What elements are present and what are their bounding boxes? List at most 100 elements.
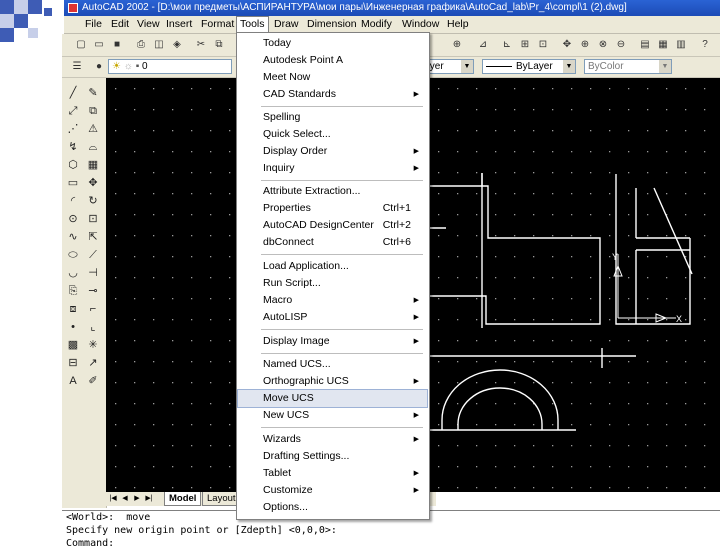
zoom-realtime-icon[interactable]: ⊕ [450,38,464,52]
distance-icon[interactable]: ⊿ [476,38,490,52]
menu-item-attribute-extraction[interactable]: Attribute Extraction... [238,183,427,200]
menu-item-today[interactable]: Today [238,35,427,52]
menu-modify[interactable]: Modify [358,16,395,33]
tool-palettes-icon[interactable]: ▥ [674,38,688,52]
menu-item-drafting-settings[interactable]: Drafting Settings... [238,448,427,465]
layer-manager-icon[interactable]: ☰ [70,60,84,74]
menu-item-properties[interactable]: Properties Ctrl+1 [238,200,427,217]
menu-item-options[interactable]: Options... [238,499,427,516]
offset-icon[interactable]: ⌓ [84,140,102,155]
region-icon[interactable]: ⊟ [64,356,82,371]
menu-item-new-ucs[interactable]: New UCS ▶ [238,407,427,424]
pan-icon[interactable]: ✥ [560,38,574,52]
menu-item-wizards[interactable]: Wizards ▶ [238,431,427,448]
menu-item-tablet[interactable]: Tablet ▶ [238,465,427,482]
menu-edit[interactable]: Edit [108,16,132,33]
menu-window[interactable]: Window [399,16,442,33]
polyline-icon[interactable]: ↯ [64,140,82,155]
menu-item-display-order[interactable]: Display Order ▶ [238,143,427,160]
publish-icon[interactable]: ◈ [170,38,184,52]
lengthen-icon[interactable]: ↗ [84,356,102,371]
menu-item-cad-standards[interactable]: CAD Standards ▶ [238,86,427,103]
fillet-icon[interactable]: ⌞ [84,320,102,335]
insert-block-icon[interactable]: ⎘ [64,284,82,299]
first-tab-icon[interactable]: |◀ [108,493,118,505]
lineweight-combo[interactable]: ByLayer ▼ [482,59,576,74]
point-icon[interactable]: • [64,320,82,335]
zoom-previous-icon[interactable]: ⊖ [614,38,628,52]
copy-icon[interactable]: ⧉ [212,38,226,52]
arc-icon[interactable]: ◜ [64,194,82,209]
extend-icon[interactable]: ⊣ [84,266,102,281]
move-icon[interactable]: ✥ [84,176,102,191]
linetype-combo[interactable]: ByLayer ▼ [428,59,474,74]
menu-help[interactable]: Help [444,16,472,33]
erase-icon[interactable]: ✎ [84,86,102,101]
menu-format[interactable]: Format [198,16,237,33]
menu-item-load-application[interactable]: Load Application... [238,258,427,275]
save-icon[interactable]: ■ [110,38,124,52]
menu-item-meet-now[interactable]: Meet Now [238,69,427,86]
chevron-down-icon[interactable]: ▼ [461,60,473,73]
rectangle-icon[interactable]: ▭ [64,176,82,191]
help-icon[interactable]: ? [698,38,712,52]
line-icon[interactable]: ╱ [64,86,82,101]
chamfer-icon[interactable]: ⌐ [84,302,102,317]
multiline-icon[interactable]: ⋰ [64,122,82,137]
menu-item-autolisp[interactable]: AutoLISP ▶ [238,309,427,326]
menu-draw[interactable]: Draw [271,16,302,33]
zoom-in-icon[interactable]: ⊕ [578,38,592,52]
trim-icon[interactable]: ⟋ [84,248,102,263]
menu-item-orthographic-ucs[interactable]: Orthographic UCS ▶ [238,373,427,390]
menu-view[interactable]: View [134,16,163,33]
menu-file[interactable]: File [82,16,105,33]
chevron-down-icon[interactable]: ▼ [563,60,575,73]
ellipse-icon[interactable]: ⬭ [64,248,82,263]
break-icon[interactable]: ⊸ [84,284,102,299]
array-icon[interactable]: ▦ [84,158,102,173]
ellipse-arc-icon[interactable]: ◡ [64,266,82,281]
ucs-previous-icon[interactable]: ⊞ [518,38,532,52]
menu-item-quick-select[interactable]: Quick Select... [238,126,427,143]
menu-item-designcenter[interactable]: AutoCAD DesignCenter Ctrl+2 [238,217,427,234]
rotate-icon[interactable]: ↻ [84,194,102,209]
menu-item-autodesk-point-a[interactable]: Autodesk Point A [238,52,427,69]
scale-icon[interactable]: ⊡ [84,212,102,227]
chevron-down-icon[interactable]: ▼ [659,60,671,73]
edit-icon[interactable]: ✐ [84,374,102,389]
stretch-icon[interactable]: ⇱ [84,230,102,245]
circle-icon[interactable]: ⊙ [64,212,82,227]
last-tab-icon[interactable]: ▶| [144,493,154,505]
menu-item-run-script[interactable]: Run Script... [238,275,427,292]
zoom-window-icon[interactable]: ⊗ [596,38,610,52]
menu-item-inquiry[interactable]: Inquiry ▶ [238,160,427,177]
color-combo[interactable]: ByColor ▼ [584,59,672,74]
menu-dimension[interactable]: Dimension [304,16,360,33]
prev-tab-icon[interactable]: ◀ [120,493,130,505]
menu-item-spelling[interactable]: Spelling [238,109,427,126]
new-file-icon[interactable]: ▢ [74,38,88,52]
explode-icon[interactable]: ✳ [84,338,102,353]
menu-item-customize[interactable]: Customize ▶ [238,482,427,499]
make-block-icon[interactable]: ⧈ [64,302,82,317]
menu-insert[interactable]: Insert [163,16,195,33]
hatch-icon[interactable]: ▩ [64,338,82,353]
construction-line-icon[interactable]: ⤢ [64,104,82,119]
spline-icon[interactable]: ∿ [64,230,82,245]
tab-layout[interactable]: Layout [202,492,241,506]
menu-item-dbconnect[interactable]: dbConnect Ctrl+6 [238,234,427,251]
ucs-icon[interactable]: ⊾ [500,38,514,52]
polygon-icon[interactable]: ⬡ [64,158,82,173]
menu-tools[interactable]: Tools [236,16,269,32]
properties-icon[interactable]: ▤ [638,38,652,52]
text-icon[interactable]: A [64,374,82,389]
open-folder-icon[interactable]: ▭ [92,38,106,52]
copy-object-icon[interactable]: ⧉ [84,104,102,119]
cut-icon[interactable]: ✂ [194,38,208,52]
mirror-icon[interactable]: ⚠ [84,122,102,137]
layer-combo[interactable]: ☀ ☼ ▪ 0 [108,59,232,74]
menu-item-macro[interactable]: Macro ▶ [238,292,427,309]
tab-model[interactable]: Model [164,492,202,506]
menu-item-move-ucs[interactable]: Move UCS [237,389,428,408]
layer-on-icon[interactable]: ● [92,60,106,74]
